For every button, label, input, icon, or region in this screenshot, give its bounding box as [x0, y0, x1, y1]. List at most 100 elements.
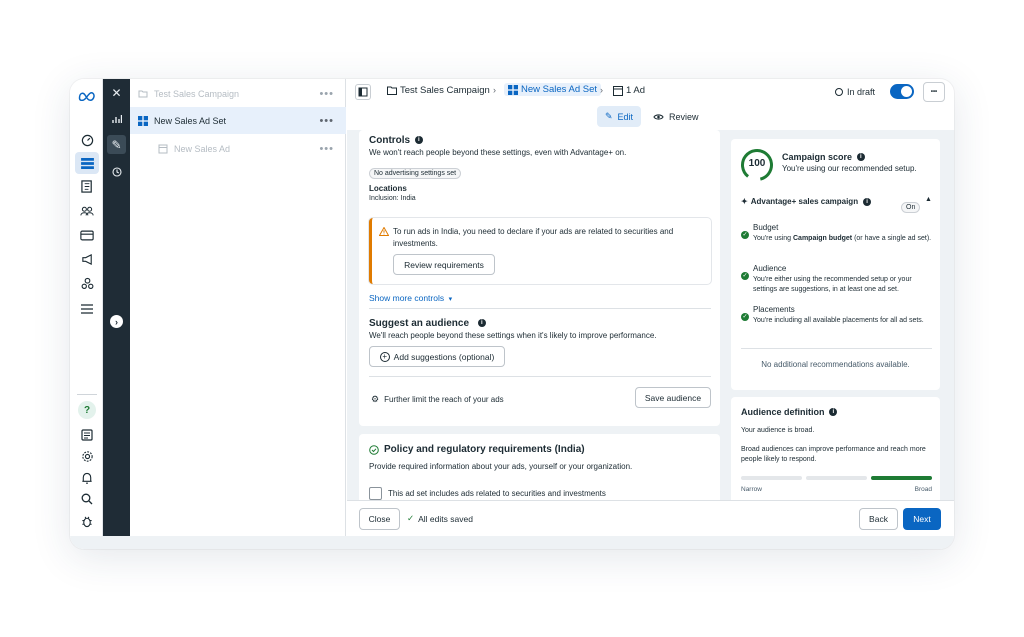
divider [741, 348, 932, 349]
toggle-panel-button[interactable] [355, 84, 371, 100]
catalog-icon[interactable] [78, 177, 96, 195]
score-item-budget: ✓ Budget You're using Campaign budget (o… [741, 223, 931, 242]
info-icon[interactable]: i [414, 136, 423, 145]
tree-ad-label: New Sales Ad [174, 143, 231, 154]
divider [369, 376, 711, 377]
back-button[interactable]: Back [859, 508, 898, 530]
publish-toggle[interactable] [890, 84, 914, 99]
meta-logo-icon[interactable] [78, 87, 96, 105]
help-icon[interactable]: ? [78, 401, 96, 419]
gear-icon: ⚙ [371, 394, 380, 404]
checkmark-icon: ✓ [407, 513, 415, 523]
adset-grid-icon [138, 115, 148, 126]
collapse-caret-icon[interactable]: ▲ [925, 196, 932, 203]
further-limit-label: Further limit the reach of your ads [384, 395, 504, 404]
chart-icon[interactable] [107, 109, 126, 128]
close-label: Close [368, 514, 391, 524]
saved-status: ✓ All edits saved [407, 513, 473, 524]
breadcrumb-adset-label: New Sales Ad Set [521, 84, 598, 95]
draft-status-icon [835, 88, 843, 96]
billing-card-icon[interactable] [78, 226, 96, 244]
locations-label: Locations [369, 184, 407, 193]
eye-icon [653, 113, 664, 120]
bug-report-icon[interactable] [78, 512, 96, 530]
tree-ad-more-icon[interactable]: ••• [319, 143, 334, 155]
audiences-icon[interactable] [78, 202, 96, 220]
business-tools-icon[interactable] [78, 274, 96, 292]
info-icon[interactable]: i [863, 197, 872, 206]
tree-campaign-more-icon[interactable]: ••• [319, 88, 334, 100]
editor-tabs: ✎ Edit Review [347, 106, 954, 130]
score-item-desc: You're using [753, 235, 793, 242]
tree-campaign-label: Test Sales Campaign [154, 88, 240, 99]
adset-grid-icon [508, 84, 518, 95]
audience-definition-card: Audience definition i Your audience is b… [731, 397, 940, 500]
check-icon: ✓ [741, 272, 749, 280]
tree-item-ad[interactable]: New Sales Ad ••• [130, 135, 346, 162]
warning-triangle-icon [379, 227, 389, 236]
audience-definition-description: Broad audiences can improve performance … [741, 446, 926, 463]
score-item-placements: ✓ Placements You're including all availa… [741, 305, 931, 324]
news-icon[interactable] [78, 426, 96, 444]
tree-adset-more-icon[interactable]: ••• [319, 115, 334, 127]
breadcrumb-ad-label: 1 Ad [626, 85, 646, 96]
info-icon[interactable]: i [856, 153, 865, 162]
settings-gear-icon[interactable] [78, 447, 96, 465]
score-item-audience: ✓ Audience You're either using the recom… [741, 264, 931, 293]
history-clock-icon[interactable] [107, 162, 126, 181]
megaphone-icon[interactable] [78, 250, 96, 268]
suggest-audience-title: Suggest an audience [369, 318, 470, 329]
rail-divider [77, 394, 97, 395]
breadcrumb-campaign[interactable]: Test Sales Campaign [387, 85, 490, 96]
speedometer-icon[interactable] [78, 131, 96, 149]
warning-text: To run ads in India, you need to declare… [393, 227, 674, 248]
folder-icon [387, 86, 397, 95]
info-icon[interactable]: i [477, 319, 486, 328]
locations-value: Inclusion: India [369, 195, 416, 202]
close-icon[interactable]: ✕ [107, 83, 126, 102]
save-audience-button[interactable]: Save audience [635, 387, 711, 408]
securities-checkbox[interactable] [369, 487, 382, 500]
folder-icon [138, 90, 148, 97]
info-icon[interactable]: i [829, 408, 838, 417]
policy-card: Policy and regulatory requirements (Indi… [359, 434, 720, 500]
expand-chevron-icon[interactable]: › [110, 315, 123, 328]
breadcrumb-chevron-icon: › [493, 85, 496, 95]
tab-edit-label: Edit [617, 111, 634, 122]
next-button[interactable]: Next [903, 508, 941, 530]
show-more-controls-link[interactable]: Show more controls ▾ [369, 288, 452, 306]
controls-description: We won't reach people beyond these setti… [369, 148, 627, 157]
advantage-state-label: On [901, 202, 921, 213]
check-icon: ✓ [741, 231, 749, 239]
window-bottom-strip [70, 536, 954, 549]
more-options-button[interactable]: ••• [923, 82, 945, 102]
breadcrumb-adset[interactable]: New Sales Ad Set [504, 83, 602, 96]
tab-edit[interactable]: ✎ Edit [597, 106, 642, 127]
edit-pencil-icon[interactable]: ✎ [107, 135, 126, 154]
campaign-tree: Test Sales Campaign ••• New Sales Ad Set… [130, 79, 346, 549]
securities-checkbox-row[interactable]: This ad set includes ads related to secu… [369, 487, 606, 500]
close-button[interactable]: Close [359, 508, 400, 530]
breadcrumb-chevron-icon: › [600, 85, 603, 95]
menu-icon[interactable] [78, 300, 96, 318]
tree-item-adset[interactable]: New Sales Ad Set ••• [130, 107, 346, 134]
further-limit-row[interactable]: ⚙ Further limit the reach of your ads [371, 394, 504, 405]
add-suggestions-label: Add suggestions (optional) [393, 351, 495, 362]
caret-down-icon: ▾ [448, 296, 453, 303]
tree-item-campaign[interactable]: Test Sales Campaign ••• [130, 80, 346, 107]
audience-broad-text: Your audience is broad. [741, 427, 815, 434]
review-requirements-button[interactable]: Review requirements [393, 254, 495, 275]
audience-meter-active-segment [871, 476, 932, 480]
review-requirements-label: Review requirements [404, 259, 484, 270]
tab-review[interactable]: Review [645, 106, 707, 127]
search-icon[interactable] [78, 490, 96, 508]
notifications-bell-icon[interactable] [78, 469, 96, 487]
saved-status-label: All edits saved [418, 513, 473, 524]
add-suggestions-button[interactable]: + Add suggestions (optional) [369, 346, 505, 367]
campaigns-table-icon[interactable] [75, 152, 99, 174]
next-label: Next [913, 514, 931, 524]
policy-description: Provide required information about your … [369, 462, 633, 471]
securities-warning: To run ads in India, you need to declare… [369, 218, 711, 284]
save-audience-label: Save audience [644, 392, 702, 403]
breadcrumb-ad[interactable]: 1 Ad [613, 85, 645, 96]
